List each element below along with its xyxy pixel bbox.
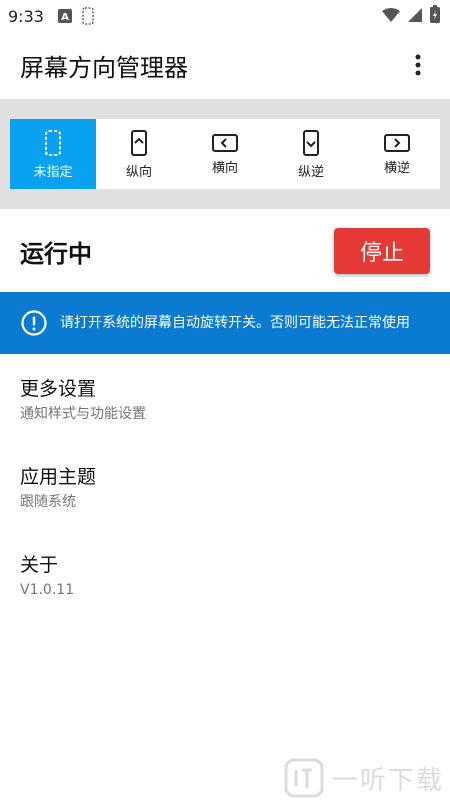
orientation-label: 横逆 bbox=[383, 160, 410, 176]
notification-a-icon: A bbox=[57, 9, 72, 23]
signal-icon bbox=[408, 7, 422, 26]
app-bar: 屏幕方向管理器 bbox=[0, 32, 450, 98]
screen-rotation-icon bbox=[82, 7, 94, 25]
portrait-icon bbox=[131, 129, 147, 156]
setting-subtitle: 跟随系统 bbox=[20, 494, 76, 510]
setting-about[interactable]: 关于 V1.0.11 bbox=[0, 552, 450, 600]
setting-subtitle: V1.0.11 bbox=[20, 582, 75, 598]
orientation-option-landscape[interactable]: 横向 bbox=[182, 119, 268, 189]
svg-text:A: A bbox=[61, 12, 69, 23]
info-banner-text: 请打开系统的屏幕自动旋转开关。否则可能无法正常使用 bbox=[60, 315, 410, 331]
reverse-portrait-icon bbox=[303, 129, 319, 156]
reverse-landscape-icon bbox=[384, 133, 410, 152]
app-title: 屏幕方向管理器 bbox=[20, 53, 188, 82]
orientation-selector: 未指定 纵向 横向 纵逆 横逆 bbox=[10, 119, 440, 189]
wifi-icon bbox=[382, 7, 400, 26]
setting-title: 应用主题 bbox=[20, 466, 97, 488]
watermark: 一听下载 bbox=[280, 756, 450, 800]
landscape-icon bbox=[212, 133, 238, 152]
unspecified-icon bbox=[45, 129, 61, 156]
orientation-option-reverse-portrait[interactable]: 纵逆 bbox=[268, 119, 354, 189]
orientation-label: 未指定 bbox=[33, 164, 73, 180]
orientation-label: 纵逆 bbox=[297, 164, 324, 180]
setting-theme[interactable]: 应用主题 跟随系统 bbox=[0, 464, 450, 512]
overflow-menu-button[interactable] bbox=[406, 45, 430, 85]
watermark-text: 一听下载 bbox=[331, 765, 444, 796]
battery-icon bbox=[430, 5, 440, 27]
more-vert-icon bbox=[415, 54, 421, 76]
orientation-section: 未指定 纵向 横向 纵逆 横逆 bbox=[0, 99, 450, 209]
status-time: 9:33 bbox=[8, 6, 44, 26]
service-status-label: 运行中 bbox=[20, 239, 92, 268]
orientation-option-portrait[interactable]: 纵向 bbox=[96, 119, 182, 189]
service-status-row: 运行中 停止 bbox=[0, 212, 450, 290]
orientation-option-unspecified[interactable]: 未指定 bbox=[10, 119, 96, 189]
setting-more[interactable]: 更多设置 通知样式与功能设置 bbox=[0, 376, 450, 424]
orientation-option-reverse-landscape[interactable]: 横逆 bbox=[354, 119, 440, 189]
setting-subtitle: 通知样式与功能设置 bbox=[20, 406, 146, 422]
info-banner: 请打开系统的屏幕自动旋转开关。否则可能无法正常使用 bbox=[0, 292, 450, 354]
info-icon bbox=[20, 309, 48, 337]
setting-title: 更多设置 bbox=[20, 378, 97, 400]
status-bar: 9:33 A bbox=[0, 0, 450, 32]
setting-title: 关于 bbox=[20, 554, 59, 576]
orientation-label: 纵向 bbox=[125, 164, 152, 180]
watermark-logo-icon bbox=[284, 758, 324, 798]
stop-button[interactable]: 停止 bbox=[334, 228, 430, 274]
orientation-label: 横向 bbox=[211, 160, 238, 176]
